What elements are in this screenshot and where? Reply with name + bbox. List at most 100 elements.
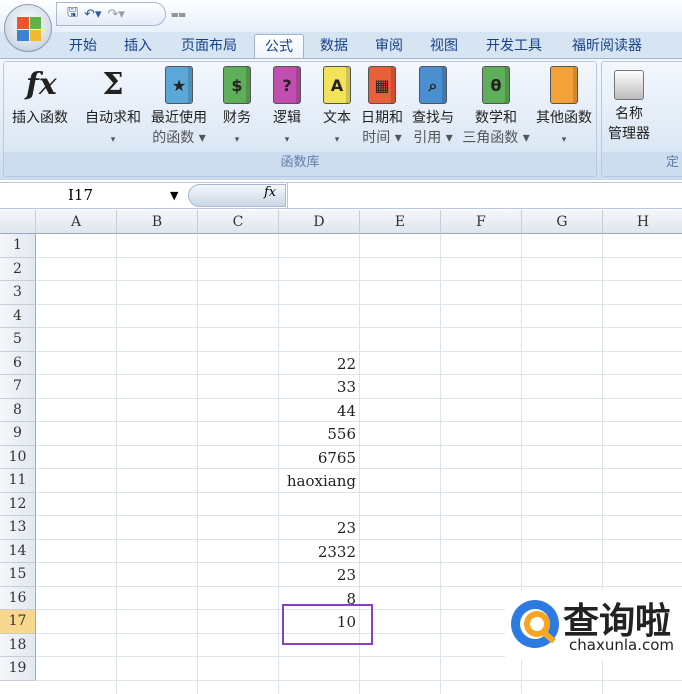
quick-access-toolbar: 🖫 ↶▾ ↷▾ ⩵	[56, 2, 186, 26]
tab-4[interactable]: 数据	[309, 34, 359, 59]
ribbon-button-5[interactable]: A 文本 ▾	[312, 66, 362, 150]
function-category-icon: ▦	[368, 66, 396, 104]
tab-3[interactable]: 公式	[254, 34, 304, 59]
button-label-2: ▾	[284, 135, 290, 145]
select-all-button[interactable]	[0, 210, 36, 234]
watermark: 查询啦 chaxunla.com	[505, 590, 682, 660]
cell-D13[interactable]: 23	[279, 516, 360, 540]
cell-D15[interactable]: 23	[279, 563, 360, 587]
group-label: 定	[602, 152, 682, 174]
tab-2[interactable]: 页面布局	[170, 34, 248, 59]
button-label: 其他函数	[536, 110, 592, 126]
ribbon-button-3[interactable]: $ 财务 ▾	[212, 66, 262, 150]
button-label: 日期和	[361, 110, 403, 126]
ribbon-button-1[interactable]: Σ 自动求和 ▾	[80, 66, 146, 150]
gridline	[36, 256, 682, 258]
row-header-10[interactable]: 10	[0, 445, 36, 469]
button-label-2: ▾	[561, 135, 567, 145]
button-label-2: 三角函数 ▾	[462, 130, 530, 146]
button-label-2: 时间 ▾	[362, 130, 402, 146]
name-manager-button[interactable]: 名称 管理器	[604, 66, 654, 144]
function-category-icon: fx	[26, 67, 57, 102]
cell-D7[interactable]: 33	[279, 375, 360, 399]
function-category-icon: Σ	[102, 67, 124, 102]
save-icon[interactable]: 🖫	[67, 3, 78, 25]
row-header-2[interactable]: 2	[0, 257, 36, 281]
row-header-15[interactable]: 15	[0, 563, 36, 587]
tab-0[interactable]: 开始	[58, 34, 108, 59]
row-header-14[interactable]: 14	[0, 539, 36, 563]
ribbon-button-9[interactable]: 其他函数 ▾	[532, 66, 596, 150]
row-header-13[interactable]: 13	[0, 516, 36, 540]
name-manager-icon	[614, 70, 644, 100]
button-label: 最近使用	[151, 110, 207, 126]
name-box[interactable]: I17	[0, 183, 188, 208]
row-header-1[interactable]: 1	[0, 234, 36, 258]
ribbon-button-0[interactable]: fx 插入函数	[4, 66, 76, 128]
column-header-G[interactable]: G	[522, 210, 603, 234]
column-header-E[interactable]: E	[360, 210, 441, 234]
ribbon-button-6[interactable]: ▦ 日期和时间 ▾	[356, 66, 408, 148]
button-label: 文本	[323, 110, 351, 126]
cell-D8[interactable]: 44	[279, 399, 360, 423]
column-header-F[interactable]: F	[441, 210, 522, 234]
button-label-2: ▾	[110, 135, 116, 145]
group-label: 函数库	[4, 152, 596, 174]
formula-input[interactable]	[287, 183, 682, 208]
cell-D14[interactable]: 2332	[279, 540, 360, 564]
chaxunla-logo-icon	[511, 600, 559, 648]
customize-icon[interactable]: ⩵	[171, 7, 186, 22]
cell-D6[interactable]: 22	[279, 352, 360, 376]
row-header-7[interactable]: 7	[0, 375, 36, 399]
column-header-H[interactable]: H	[603, 210, 682, 234]
function-category-icon: θ	[482, 66, 510, 104]
tab-1[interactable]: 插入	[113, 34, 163, 59]
function-category-icon: ?	[273, 66, 301, 104]
ribbon-button-7[interactable]: ⌕ 查找与 引用 ▾	[406, 66, 460, 148]
column-header-A[interactable]: A	[36, 210, 117, 234]
office-logo-icon	[17, 17, 41, 41]
row-header-12[interactable]: 12	[0, 492, 36, 516]
row-header-4[interactable]: 4	[0, 304, 36, 328]
cell-D9[interactable]: 556	[279, 422, 360, 446]
watermark-url: chaxunla.com	[569, 636, 674, 654]
function-category-icon	[550, 66, 578, 104]
gridline	[36, 280, 682, 281]
column-header-B[interactable]: B	[117, 210, 198, 234]
undo-icon[interactable]: ↶▾	[84, 7, 101, 22]
button-label-2: 的函数 ▾	[152, 130, 206, 146]
gridline	[36, 679, 682, 681]
row-header-9[interactable]: 9	[0, 422, 36, 446]
insert-function-icon[interactable]: fx	[264, 185, 276, 200]
row-header-11[interactable]: 11	[0, 469, 36, 493]
button-label: 财务	[223, 110, 251, 126]
row-header-5[interactable]: 5	[0, 328, 36, 352]
row-header-18[interactable]: 18	[0, 633, 36, 657]
ribbon-button-2[interactable]: ★ 最近使用 的函数 ▾	[146, 66, 212, 148]
row-header-17[interactable]: 17	[0, 610, 36, 634]
button-label: 查找与	[412, 110, 454, 126]
cell-D10[interactable]: 6765	[279, 446, 360, 470]
column-header-C[interactable]: C	[198, 210, 279, 234]
tab-6[interactable]: 视图	[419, 34, 469, 59]
row-header-3[interactable]: 3	[0, 281, 36, 305]
ribbon-button-4[interactable]: ? 逻辑 ▾	[262, 66, 312, 150]
row-header-19[interactable]: 19	[0, 657, 36, 681]
button-label: 插入函数	[12, 110, 68, 126]
redo-icon[interactable]: ↷▾	[108, 7, 125, 22]
button-label: 自动求和	[85, 110, 141, 126]
tab-5[interactable]: 审阅	[364, 34, 414, 59]
row-header-8[interactable]: 8	[0, 398, 36, 422]
row-header-6[interactable]: 6	[0, 351, 36, 375]
function-library-group: fx 插入函数 Σ 自动求和 ▾ ★ 最近使用 的函数 ▾ $ 财务 ▾? 逻辑 ▾ A 文本 ▾ ▦ 日期和 时间…	[3, 61, 597, 177]
row-header-16[interactable]: 16	[0, 586, 36, 610]
chevron-down-icon[interactable]: ▼	[170, 183, 178, 208]
ribbon-tabs: 开始 插入 页面布局 公式 数据 审阅 视图 开发工具 福昕阅读器	[0, 32, 682, 59]
column-header-D[interactable]: D	[279, 210, 360, 234]
office-button[interactable]	[4, 4, 52, 52]
button-label: 逻辑	[273, 110, 301, 126]
tab-7[interactable]: 开发工具	[474, 34, 554, 59]
ribbon-button-8[interactable]: θ 数学和 三角函数 ▾	[460, 66, 532, 148]
cell-D11[interactable]: haoxiang	[279, 469, 360, 493]
tab-8[interactable]: 福昕阅读器	[560, 34, 654, 59]
